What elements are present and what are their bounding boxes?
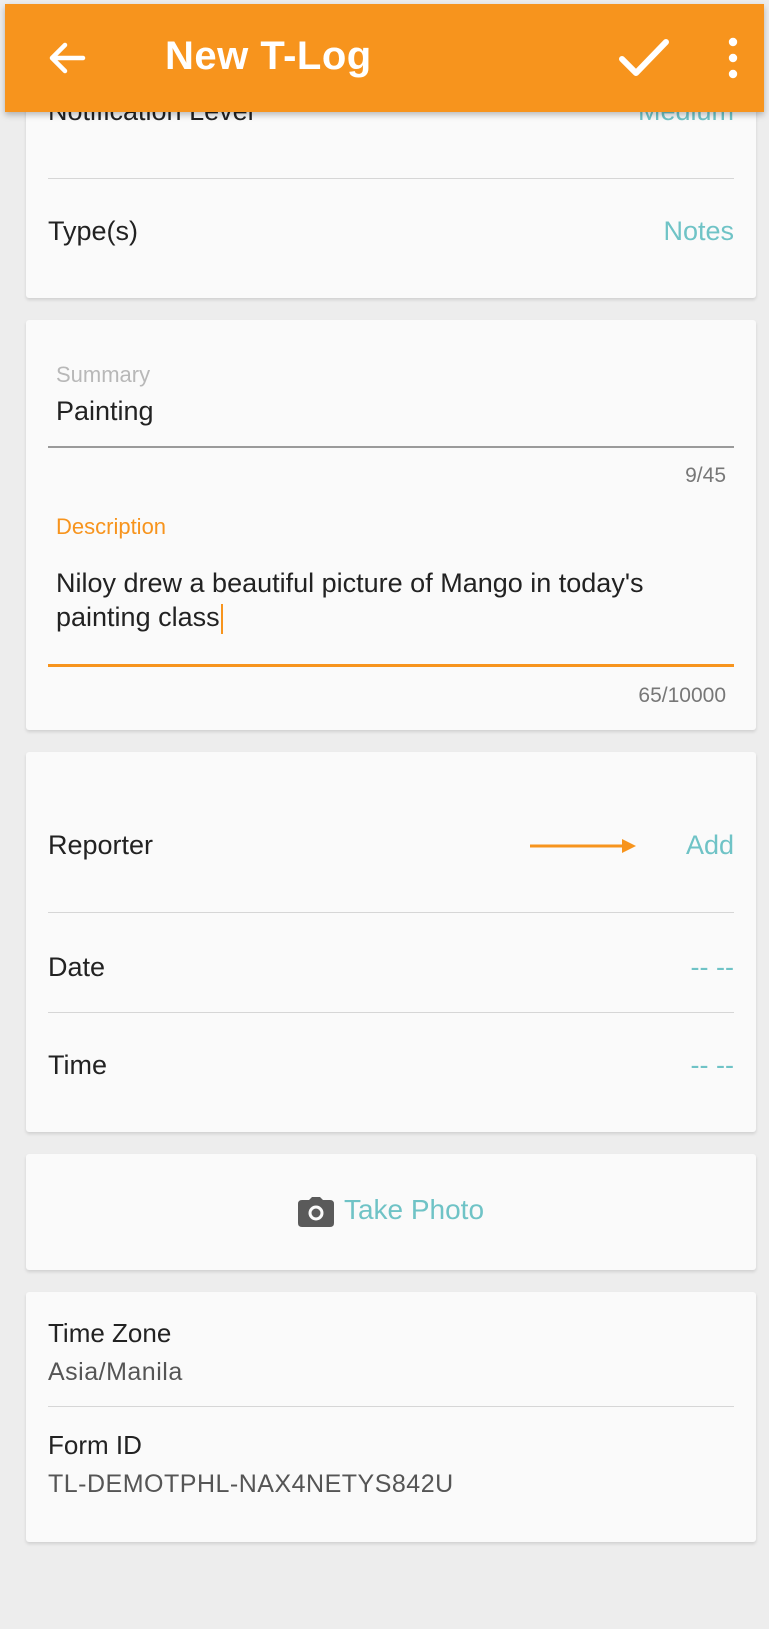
types-value[interactable]: Notes xyxy=(663,216,734,247)
reporter-add-button[interactable]: Add xyxy=(686,830,734,861)
description-input[interactable]: Niloy drew a beautiful picture of Mango … xyxy=(56,566,643,634)
page-title: New T-Log xyxy=(165,34,372,78)
summary-input[interactable]: Painting xyxy=(56,394,154,428)
summary-underline xyxy=(48,446,734,448)
form-id-label: Form ID xyxy=(48,1430,142,1460)
summary-counter: 9/45 xyxy=(685,464,726,487)
description-line: painting class xyxy=(56,602,220,632)
types-label: Type(s) xyxy=(48,216,139,246)
text-cursor xyxy=(220,603,223,634)
back-arrow-icon[interactable] xyxy=(45,36,89,80)
description-line-with-cursor: painting class xyxy=(56,600,643,634)
app-bar: New T-Log xyxy=(5,4,764,112)
camera-icon xyxy=(297,1196,334,1227)
description-counter: 65/10000 xyxy=(638,684,726,707)
more-vert-icon[interactable] xyxy=(721,36,745,80)
take-photo-label: Take Photo xyxy=(343,1194,485,1225)
time-zone-label: Time Zone xyxy=(48,1318,172,1348)
divider xyxy=(48,1406,734,1407)
summary-label: Summary xyxy=(56,362,151,387)
take-photo-button[interactable]: Take Photo xyxy=(26,1194,756,1227)
description-underline xyxy=(48,664,734,667)
date-value[interactable]: -- -- xyxy=(691,952,734,983)
time-zone-value: Asia/Manila xyxy=(48,1358,183,1386)
save-check-icon[interactable] xyxy=(617,34,671,82)
form-id-value: TL-DEMOTPHL-NAX4NETYS842U xyxy=(48,1470,454,1498)
details-card: Reporter Add Date -- -- Time -- -- xyxy=(26,752,756,1132)
divider xyxy=(48,178,734,179)
time-label: Time xyxy=(48,1050,107,1080)
time-value[interactable]: -- -- xyxy=(691,1050,734,1081)
arrow-right-icon xyxy=(530,839,636,853)
divider xyxy=(48,912,734,913)
text-fields-card: Summary Painting 9/45 Description Niloy … xyxy=(26,320,756,730)
description-line: Niloy drew a beautiful picture of Mango … xyxy=(56,568,644,598)
info-card: Time Zone Asia/Manila Form ID TL-DEMOTPH… xyxy=(26,1292,756,1542)
reporter-label: Reporter xyxy=(48,830,154,860)
date-label: Date xyxy=(48,952,106,982)
divider xyxy=(48,1012,734,1013)
photo-card: Take Photo xyxy=(26,1154,756,1270)
description-label: Description xyxy=(56,514,167,539)
